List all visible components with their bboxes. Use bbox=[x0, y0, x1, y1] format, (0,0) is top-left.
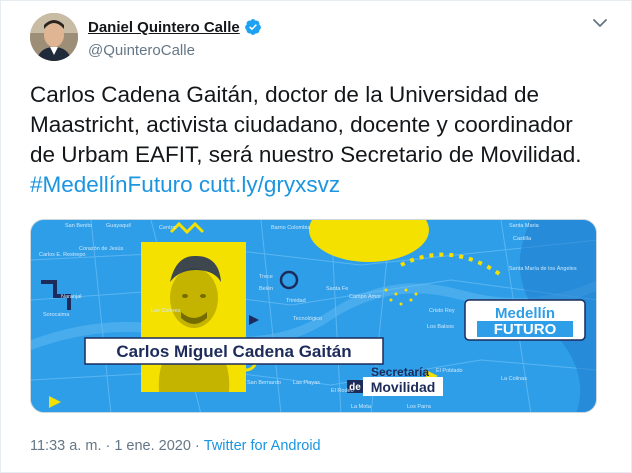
map-label: Naranjal bbox=[61, 294, 81, 300]
media-graphic: Carlos Miguel Cadena Gaitán Secretaría d… bbox=[31, 220, 596, 412]
map-label: Guayaquil bbox=[106, 223, 131, 229]
map-label: Santa Maria bbox=[509, 223, 540, 229]
author-avatar[interactable] bbox=[30, 13, 78, 61]
map-label: Santa Fe bbox=[326, 286, 348, 292]
map-label: El Poblado bbox=[436, 368, 463, 374]
map-label: Barrio Colombia bbox=[271, 225, 311, 231]
source-app-link[interactable]: Twitter for Android bbox=[204, 438, 321, 454]
map-label: Los Parra bbox=[407, 404, 432, 410]
map-label: Belén bbox=[259, 286, 273, 292]
map-label: La Mota bbox=[351, 404, 372, 410]
map-label: San Bernardo bbox=[247, 380, 281, 386]
media-logo-top: Medellín bbox=[495, 305, 555, 322]
map-label: Corazón de Jesús bbox=[79, 246, 124, 252]
verified-badge-icon bbox=[244, 18, 262, 36]
tweet-body: Carlos Cadena Gaitán, doctor de la Unive… bbox=[30, 82, 582, 167]
chevron-down-icon[interactable] bbox=[590, 13, 610, 33]
map-label: Castilla bbox=[513, 236, 532, 242]
map-label: Santa María de los Ángeles bbox=[509, 265, 577, 272]
media-logo-bottom: FUTURO bbox=[494, 321, 557, 338]
meta-separator: · bbox=[105, 438, 111, 454]
map-label: La Colinas bbox=[501, 376, 527, 382]
map-label: Cristo Rey bbox=[429, 308, 455, 314]
author-handle[interactable]: @QuinteroCalle bbox=[88, 42, 262, 59]
media-person-name: Carlos Miguel Cadena Gaitán bbox=[116, 342, 351, 361]
media-badge-line2: Movilidad bbox=[371, 379, 436, 395]
map-label: San Benito bbox=[65, 223, 92, 229]
map-label: Los Balsos bbox=[427, 324, 454, 330]
tweet-text: Carlos Cadena Gaitán, doctor de la Unive… bbox=[30, 80, 600, 200]
author-name-row: Daniel Quintero Calle bbox=[88, 18, 262, 36]
map-label: Los Colores bbox=[151, 308, 181, 314]
map-label: El Rodeo bbox=[331, 388, 354, 394]
map-label: Campo Amor bbox=[349, 294, 381, 300]
map-label: Centro bbox=[159, 225, 176, 231]
map-label: Carlos E. Restrepo bbox=[39, 252, 85, 258]
map-label: Trece bbox=[259, 274, 273, 280]
map-label: Trinidad bbox=[286, 298, 306, 304]
map-label: Sorocaima bbox=[43, 312, 70, 318]
tweet-date[interactable]: 1 ene. 2020 bbox=[114, 438, 191, 454]
map-label: Tecnológico bbox=[293, 316, 322, 322]
map-label: Las Playas bbox=[293, 380, 320, 386]
tweet-time[interactable]: 11:33 a. m. bbox=[30, 438, 101, 454]
author-name[interactable]: Daniel Quintero Calle bbox=[88, 19, 240, 36]
media-badge-line1: Secretaría bbox=[371, 365, 429, 379]
meta-separator: · bbox=[194, 438, 200, 454]
tweet-card: Daniel Quintero Calle @QuinteroCalle Car… bbox=[0, 0, 632, 473]
author-info: Daniel Quintero Calle @QuinteroCalle bbox=[88, 18, 262, 59]
url-link[interactable]: cutt.ly/gryxsvz bbox=[199, 172, 340, 197]
tweet-meta: 11:33 a. m. · 1 ene. 2020 · Twitter for … bbox=[30, 438, 321, 454]
tweet-media-image[interactable]: Carlos Miguel Cadena Gaitán Secretaría d… bbox=[30, 219, 597, 413]
avatar-photo bbox=[30, 13, 78, 61]
hashtag-link[interactable]: #MedellínFuturo bbox=[30, 172, 193, 197]
